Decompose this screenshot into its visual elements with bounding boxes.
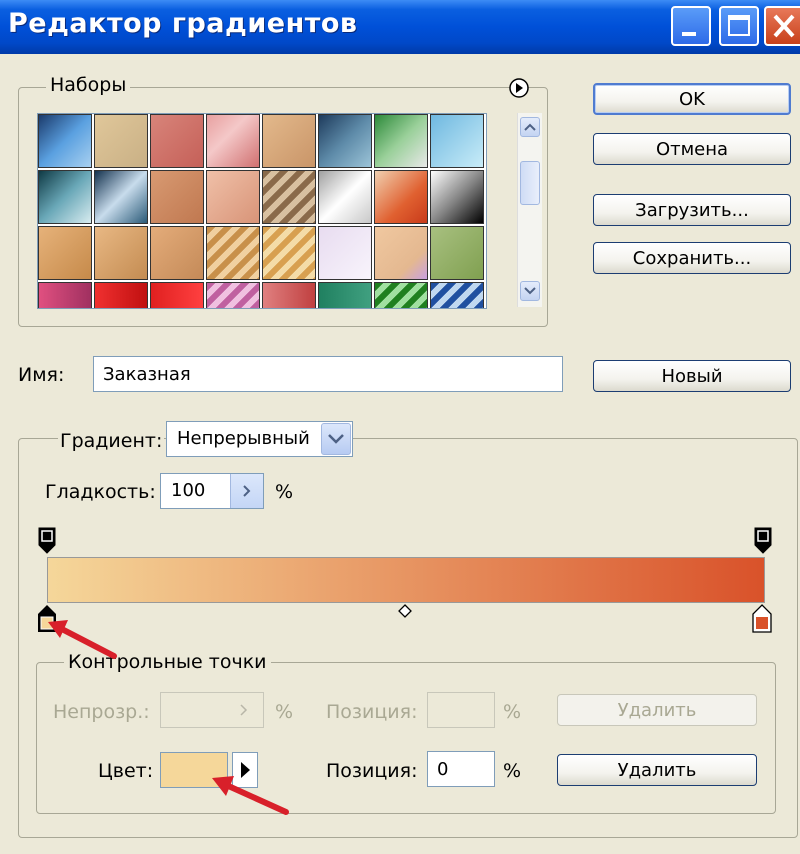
- opacity-position-label: Позиция:: [326, 701, 418, 723]
- preset-swatch[interactable]: [206, 226, 260, 280]
- preset-swatch[interactable]: [206, 282, 260, 308]
- smoothness-slider-button[interactable]: [230, 474, 263, 508]
- opacity-stop-left[interactable]: [37, 527, 57, 555]
- preset-swatch[interactable]: [430, 170, 484, 224]
- close-button[interactable]: [764, 6, 800, 46]
- window-title: Редактор градиентов: [8, 8, 358, 39]
- preset-swatch[interactable]: [430, 282, 484, 308]
- preset-swatch[interactable]: [262, 114, 316, 168]
- minimize-icon: [682, 32, 696, 36]
- load-button[interactable]: Загрузить...: [593, 194, 791, 226]
- title-bar[interactable]: Редактор градиентов: [0, 0, 800, 54]
- minimize-button[interactable]: [671, 6, 711, 46]
- smoothness-input[interactable]: 100: [160, 473, 264, 509]
- opacity-delete-button: Удалить: [557, 694, 757, 726]
- color-delete-button[interactable]: Удалить: [557, 754, 757, 786]
- gradient-editor-window: Редактор градиентов Наборы OK Отмена Заг…: [0, 0, 800, 854]
- preset-swatch[interactable]: [150, 114, 204, 168]
- chevron-right-icon: [240, 704, 248, 716]
- scroll-down-button[interactable]: [520, 281, 540, 301]
- preset-swatch[interactable]: [374, 282, 428, 308]
- presets-label: Наборы: [46, 74, 131, 96]
- preset-swatch[interactable]: [262, 226, 316, 280]
- color-position-label: Позиция:: [326, 760, 418, 782]
- color-position-input[interactable]: 0: [427, 751, 495, 787]
- preset-swatch[interactable]: [150, 170, 204, 224]
- scroll-up-button[interactable]: [520, 117, 540, 137]
- preset-swatch[interactable]: [318, 226, 372, 280]
- preset-swatch[interactable]: [430, 226, 484, 280]
- name-label: Имя:: [18, 364, 65, 386]
- preset-swatch[interactable]: [318, 170, 372, 224]
- gradient-presets-grid[interactable]: [37, 113, 487, 309]
- new-button[interactable]: Новый: [593, 360, 791, 392]
- name-input[interactable]: Заказная: [93, 356, 563, 392]
- preset-swatch[interactable]: [38, 170, 92, 224]
- preset-swatch[interactable]: [430, 114, 484, 168]
- ok-button[interactable]: OK: [593, 83, 791, 115]
- presets-scrollbar[interactable]: [517, 113, 542, 307]
- opacity-input: [160, 692, 264, 728]
- gradient-type-value: Непрерывный: [177, 428, 310, 449]
- smoothness-label: Гладкость:: [45, 481, 156, 503]
- cancel-button[interactable]: Отмена: [593, 133, 791, 165]
- opacity-unit: %: [275, 701, 294, 723]
- maximize-icon: [728, 15, 750, 36]
- opacity-position-input: [427, 692, 495, 728]
- save-button[interactable]: Сохранить...: [593, 242, 791, 274]
- preset-swatch[interactable]: [318, 114, 372, 168]
- color-label: Цвет:: [98, 760, 154, 782]
- gradient-preview-bar[interactable]: [47, 557, 765, 603]
- preset-swatch[interactable]: [318, 282, 372, 308]
- chevron-down-icon: [328, 434, 344, 444]
- close-icon: [773, 14, 795, 38]
- chevron-up-icon: [524, 123, 536, 131]
- preset-swatch[interactable]: [94, 226, 148, 280]
- gradient-type-label: Градиент:: [58, 430, 165, 452]
- stops-group: [36, 662, 776, 814]
- preset-swatch[interactable]: [38, 226, 92, 280]
- gradient-type-select[interactable]: Непрерывный: [166, 421, 353, 457]
- annotation-arrow-color: [212, 776, 289, 815]
- chevron-down-icon: [524, 287, 536, 295]
- dropdown-button[interactable]: [321, 423, 351, 455]
- preset-swatch[interactable]: [38, 114, 92, 168]
- smoothness-value: 100: [171, 480, 206, 501]
- scroll-thumb[interactable]: [520, 161, 540, 205]
- preset-swatch[interactable]: [262, 170, 316, 224]
- midpoint-marker[interactable]: [398, 604, 412, 618]
- annotation-arrow-stop: [48, 620, 117, 659]
- preset-swatch[interactable]: [38, 282, 92, 308]
- opacity-position-unit: %: [503, 701, 522, 723]
- preset-swatch[interactable]: [150, 282, 204, 308]
- preset-swatch[interactable]: [374, 226, 428, 280]
- preset-swatch[interactable]: [94, 282, 148, 308]
- smoothness-unit: %: [275, 481, 294, 503]
- preset-swatch[interactable]: [374, 114, 428, 168]
- color-stop-right[interactable]: [751, 604, 773, 634]
- opacity-label: Непрозр.:: [53, 701, 150, 723]
- opacity-stop-right[interactable]: [753, 527, 773, 555]
- preset-swatch[interactable]: [94, 114, 148, 168]
- preset-swatch[interactable]: [374, 170, 428, 224]
- preset-swatch[interactable]: [206, 114, 260, 168]
- maximize-button[interactable]: [719, 6, 759, 46]
- preset-swatch[interactable]: [262, 282, 316, 308]
- preset-swatch[interactable]: [206, 170, 260, 224]
- chevron-right-icon: [243, 485, 251, 497]
- color-position-unit: %: [503, 760, 522, 782]
- presets-menu-icon[interactable]: [508, 77, 530, 99]
- preset-swatch[interactable]: [150, 226, 204, 280]
- preset-swatch[interactable]: [94, 170, 148, 224]
